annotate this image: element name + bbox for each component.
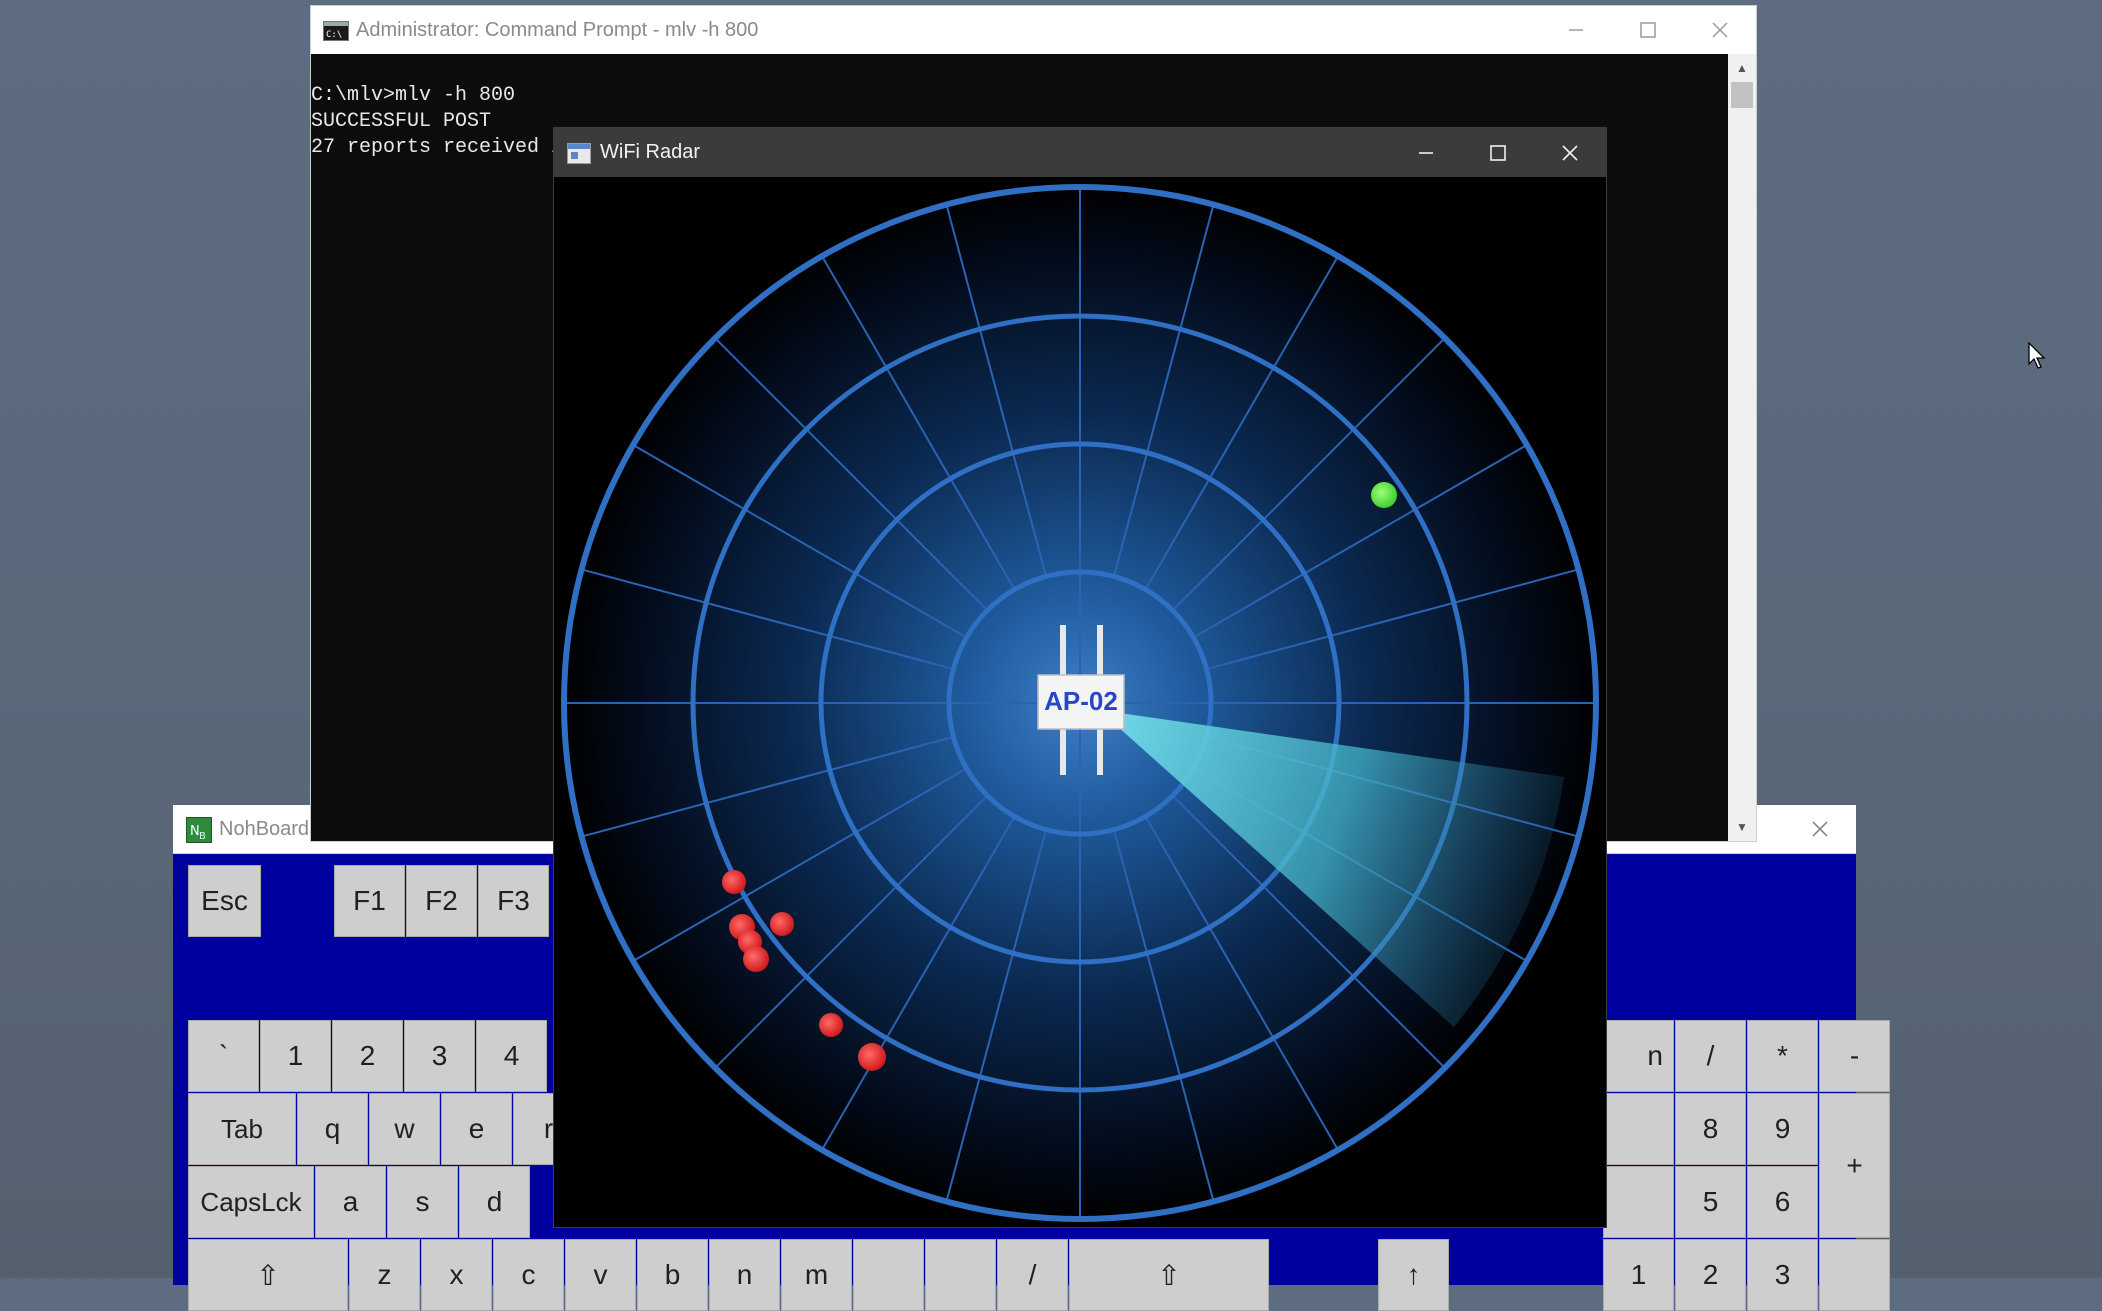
close-icon [1811, 820, 1829, 838]
key-comma[interactable] [853, 1239, 924, 1311]
key-numpad-minus[interactable]: - [1819, 1020, 1890, 1092]
minimize-icon [1567, 21, 1585, 39]
wifi-radar-maximize-button[interactable] [1462, 128, 1534, 177]
scroll-thumb[interactable] [1731, 82, 1753, 108]
key-3[interactable]: 3 [404, 1020, 475, 1092]
key-x[interactable]: x [421, 1239, 492, 1311]
wifi-radar-app-icon [567, 143, 591, 164]
key-numpad-6[interactable]: 6 [1747, 1166, 1818, 1238]
key-up[interactable]: ↑ [1378, 1239, 1449, 1311]
maximize-icon [1489, 144, 1507, 162]
key-right-shift[interactable]: ⇧ [1069, 1239, 1269, 1311]
key-slash[interactable]: / [997, 1239, 1068, 1311]
svg-text:B: B [199, 831, 206, 842]
cmd-line: 27 reports received i [311, 136, 564, 159]
key-numpad-2[interactable]: 2 [1675, 1239, 1746, 1311]
key-numpad-8[interactable]: 8 [1675, 1093, 1746, 1165]
cmd-close-button[interactable] [1684, 6, 1756, 54]
cmd-title: Administrator: Command Prompt - mlv -h 8… [356, 19, 759, 41]
minimize-icon [1417, 144, 1435, 162]
client-dot-red[interactable] [770, 912, 794, 936]
scroll-up-arrow-icon[interactable]: ▲ [1728, 56, 1756, 80]
key-2[interactable]: 2 [332, 1020, 403, 1092]
cmd-titlebar[interactable]: C:\ Administrator: Command Prompt - mlv … [311, 6, 1756, 54]
key-numpad-5[interactable]: 5 [1675, 1166, 1746, 1238]
key-c[interactable]: c [493, 1239, 564, 1311]
maximize-icon [1639, 21, 1657, 39]
close-icon [1711, 21, 1729, 39]
key-d[interactable]: d [459, 1166, 530, 1238]
nohboard-close-button[interactable] [1784, 805, 1856, 853]
wifi-radar-close-button[interactable] [1534, 128, 1606, 177]
nohboard-title: NohBoard [219, 818, 310, 840]
key-f3[interactable]: F3 [478, 865, 549, 937]
key-capslock[interactable]: CapsLck [188, 1166, 314, 1238]
nohboard-app-icon: NB [186, 817, 212, 843]
client-dot-red[interactable] [819, 1013, 843, 1037]
client-dot-red[interactable] [858, 1043, 886, 1071]
radar-display[interactable]: AP-02 [554, 177, 1606, 1227]
client-dot-green[interactable] [1371, 482, 1397, 508]
key-numpad-multiply[interactable]: * [1747, 1020, 1818, 1092]
client-dot-red[interactable] [722, 870, 746, 894]
client-dot-red[interactable] [743, 946, 769, 972]
cmd-scrollbar[interactable]: ▲ ▼ [1728, 54, 1756, 841]
key-numpad-4[interactable] [1603, 1166, 1674, 1238]
key-m[interactable]: m [781, 1239, 852, 1311]
key-tab[interactable]: Tab [188, 1093, 296, 1165]
close-icon [1561, 144, 1579, 162]
key-b[interactable]: b [637, 1239, 708, 1311]
key-1[interactable]: 1 [260, 1020, 331, 1092]
key-esc[interactable]: Esc [188, 865, 261, 937]
key-numpad-7[interactable] [1603, 1093, 1674, 1165]
key-v[interactable]: v [565, 1239, 636, 1311]
cmd-app-icon: C:\ [323, 21, 349, 41]
wifi-radar-title: WiFi Radar [600, 141, 701, 163]
key-s[interactable]: s [387, 1166, 458, 1238]
key-n[interactable]: n [709, 1239, 780, 1311]
key-4[interactable]: 4 [476, 1020, 547, 1092]
key-z[interactable]: z [349, 1239, 420, 1311]
scroll-down-arrow-icon[interactable]: ▼ [1728, 815, 1756, 839]
key-f2[interactable]: F2 [406, 865, 477, 937]
key-numpad-divide[interactable]: / [1675, 1020, 1746, 1092]
key-numlock[interactable]: n [1603, 1020, 1674, 1092]
cmd-minimize-button[interactable] [1540, 6, 1612, 54]
key-f1[interactable]: F1 [334, 865, 405, 937]
svg-text:C:\: C:\ [326, 30, 342, 40]
wifi-radar-titlebar[interactable]: WiFi Radar [554, 128, 1606, 177]
key-q[interactable]: q [297, 1093, 368, 1165]
key-w[interactable]: w [369, 1093, 440, 1165]
access-point-label: AP-02 [1044, 686, 1118, 716]
key-a[interactable]: a [315, 1166, 386, 1238]
key-numpad-plus[interactable]: + [1819, 1093, 1890, 1238]
key-numpad-enter[interactable] [1819, 1239, 1890, 1311]
key-numpad-3[interactable]: 3 [1747, 1239, 1818, 1311]
key-left-shift[interactable]: ⇧ [188, 1239, 348, 1311]
key-numpad-1[interactable]: 1 [1603, 1239, 1674, 1311]
cmd-line: SUCCESSFUL POST [311, 110, 492, 133]
wifi-radar-window[interactable]: WiFi Radar AP-02 [553, 127, 1607, 1228]
cmd-maximize-button[interactable] [1612, 6, 1684, 54]
key-period[interactable] [925, 1239, 996, 1311]
cmd-line: C:\mlv>mlv -h 800 [311, 84, 516, 107]
mouse-cursor-icon [2028, 342, 2046, 369]
key-e[interactable]: e [441, 1093, 512, 1165]
wifi-radar-minimize-button[interactable] [1390, 128, 1462, 177]
key-numpad-9[interactable]: 9 [1747, 1093, 1818, 1165]
key-backtick[interactable]: ` [188, 1020, 259, 1092]
